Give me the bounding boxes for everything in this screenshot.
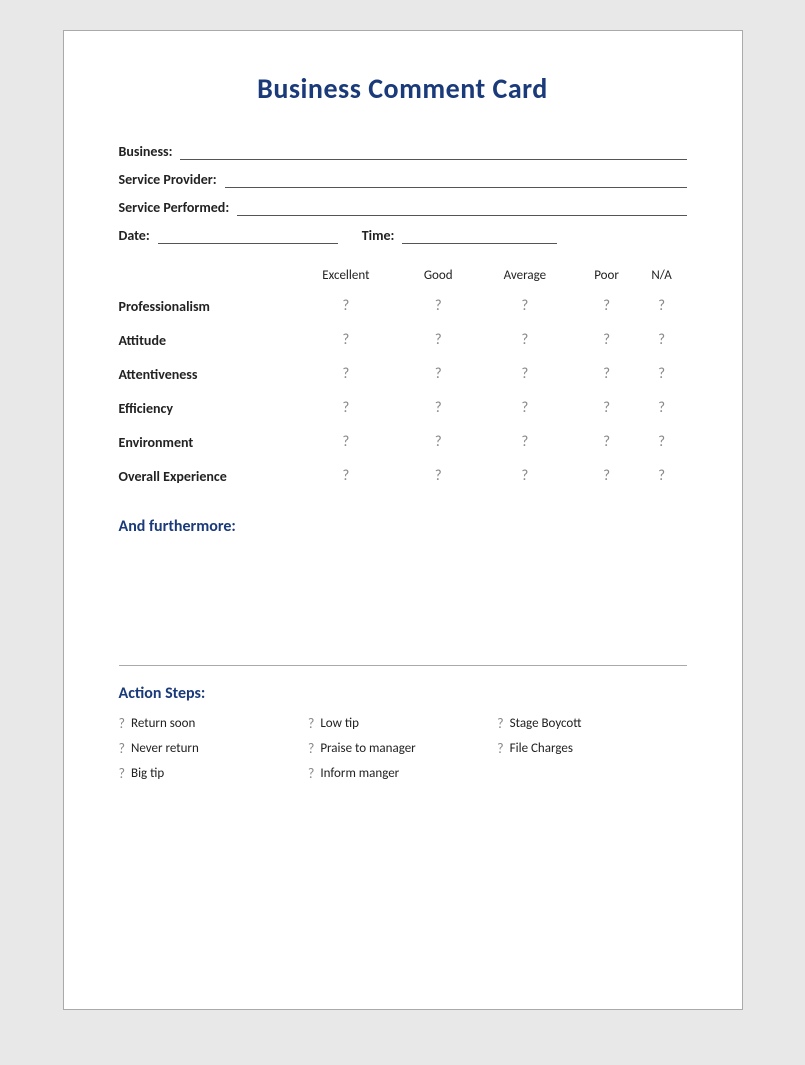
date-input-line[interactable] [158, 226, 338, 244]
radio-attentiveness-na[interactable]: ? [637, 357, 687, 391]
action-label-praise-manager: Praise to manager [320, 741, 415, 756]
row-label-overall-experience: Overall Experience [119, 459, 289, 493]
col-header-excellent: Excellent [289, 268, 404, 289]
business-input-line[interactable] [180, 142, 686, 160]
card-title: Business Comment Card [119, 71, 687, 106]
table-row: Environment ? ? ? ? ? [119, 425, 687, 459]
radio-attitude-good[interactable]: ? [403, 323, 473, 357]
radio-professionalism-na[interactable]: ? [637, 289, 687, 323]
action-label-return-soon: Return soon [131, 716, 195, 731]
col-header-average: Average [473, 268, 576, 289]
checkbox-inform-manger[interactable]: ? [308, 765, 315, 782]
table-row: Attitude ? ? ? ? ? [119, 323, 687, 357]
checkbox-stage-boycott[interactable]: ? [497, 715, 504, 732]
service-provider-input-line[interactable] [225, 170, 687, 188]
rating-section: Excellent Good Average Poor N/A Professi… [119, 268, 687, 493]
action-item-stage-boycott[interactable]: ? Stage Boycott [497, 715, 686, 732]
radio-environment-excellent[interactable]: ? [289, 425, 404, 459]
rating-table: Excellent Good Average Poor N/A Professi… [119, 268, 687, 493]
action-item-inform-manger[interactable]: ? Inform manger [308, 765, 497, 782]
action-item-low-tip[interactable]: ? Low tip [308, 715, 497, 732]
date-label: Date: [119, 227, 150, 244]
radio-efficiency-good[interactable]: ? [403, 391, 473, 425]
time-input-line[interactable] [402, 226, 557, 244]
checkbox-return-soon[interactable]: ? [119, 715, 126, 732]
furthermore-title: And furthermore: [119, 517, 687, 536]
action-label-low-tip: Low tip [320, 716, 359, 731]
service-performed-input-line[interactable] [237, 198, 686, 216]
row-label-attentiveness: Attentiveness [119, 357, 289, 391]
time-label: Time: [362, 227, 395, 244]
col-header-good: Good [403, 268, 473, 289]
radio-attentiveness-poor[interactable]: ? [577, 357, 637, 391]
business-comment-card: Business Comment Card Business: Service … [63, 30, 743, 1010]
fields-section: Business: Service Provider: Service Perf… [119, 142, 687, 244]
table-row: Attentiveness ? ? ? ? ? [119, 357, 687, 391]
radio-attitude-na[interactable]: ? [637, 323, 687, 357]
action-item-big-tip[interactable]: ? Big tip [119, 765, 308, 782]
action-item-praise-manager[interactable]: ? Praise to manager [308, 740, 497, 757]
radio-professionalism-good[interactable]: ? [403, 289, 473, 323]
radio-attentiveness-excellent[interactable]: ? [289, 357, 404, 391]
radio-efficiency-poor[interactable]: ? [577, 391, 637, 425]
service-provider-label: Service Provider: [119, 171, 217, 188]
radio-efficiency-excellent[interactable]: ? [289, 391, 404, 425]
radio-efficiency-average[interactable]: ? [473, 391, 576, 425]
business-label: Business: [119, 143, 173, 160]
radio-overall-poor[interactable]: ? [577, 459, 637, 493]
radio-overall-good[interactable]: ? [403, 459, 473, 493]
action-label-stage-boycott: Stage Boycott [510, 716, 582, 731]
radio-overall-average[interactable]: ? [473, 459, 576, 493]
row-label-professionalism: Professionalism [119, 289, 289, 323]
radio-efficiency-na[interactable]: ? [637, 391, 687, 425]
radio-environment-average[interactable]: ? [473, 425, 576, 459]
radio-professionalism-excellent[interactable]: ? [289, 289, 404, 323]
radio-professionalism-poor[interactable]: ? [577, 289, 637, 323]
table-row: Professionalism ? ? ? ? ? [119, 289, 687, 323]
checkbox-big-tip[interactable]: ? [119, 765, 126, 782]
furthermore-section: And furthermore: [119, 517, 687, 649]
action-steps-section: Action Steps: ? Return soon ? Low tip ? … [119, 684, 687, 782]
radio-environment-poor[interactable]: ? [577, 425, 637, 459]
table-row: Efficiency ? ? ? ? ? [119, 391, 687, 425]
action-label-big-tip: Big tip [131, 766, 164, 781]
radio-environment-good[interactable]: ? [403, 425, 473, 459]
action-steps-grid: ? Return soon ? Low tip ? Stage Boycott … [119, 715, 687, 782]
service-provider-field-row: Service Provider: [119, 170, 687, 188]
row-label-attitude: Attitude [119, 323, 289, 357]
service-performed-field-row: Service Performed: [119, 198, 687, 216]
radio-attitude-average[interactable]: ? [473, 323, 576, 357]
col-header-na: N/A [637, 268, 687, 289]
action-label-file-charges: File Charges [510, 741, 573, 756]
radio-overall-excellent[interactable]: ? [289, 459, 404, 493]
table-row: Overall Experience ? ? ? ? ? [119, 459, 687, 493]
col-header-poor: Poor [577, 268, 637, 289]
action-steps-title: Action Steps: [119, 684, 687, 703]
radio-overall-na[interactable]: ? [637, 459, 687, 493]
radio-attitude-poor[interactable]: ? [577, 323, 637, 357]
divider [119, 665, 687, 666]
radio-environment-na[interactable]: ? [637, 425, 687, 459]
radio-attentiveness-average[interactable]: ? [473, 357, 576, 391]
action-label-never-return: Never return [131, 741, 199, 756]
action-item-return-soon[interactable]: ? Return soon [119, 715, 308, 732]
checkbox-file-charges[interactable]: ? [497, 740, 504, 757]
radio-attitude-excellent[interactable]: ? [289, 323, 404, 357]
checkbox-praise-manager[interactable]: ? [308, 740, 315, 757]
row-label-environment: Environment [119, 425, 289, 459]
date-time-row: Date: Time: [119, 226, 687, 244]
furthermore-textarea[interactable] [119, 544, 687, 644]
action-item-never-return[interactable]: ? Never return [119, 740, 308, 757]
action-label-inform-manger: Inform manger [320, 766, 399, 781]
checkbox-never-return[interactable]: ? [119, 740, 126, 757]
checkbox-low-tip[interactable]: ? [308, 715, 315, 732]
radio-professionalism-average[interactable]: ? [473, 289, 576, 323]
service-performed-label: Service Performed: [119, 199, 230, 216]
action-item-empty [497, 765, 686, 782]
row-label-efficiency: Efficiency [119, 391, 289, 425]
business-field-row: Business: [119, 142, 687, 160]
radio-attentiveness-good[interactable]: ? [403, 357, 473, 391]
action-item-file-charges[interactable]: ? File Charges [497, 740, 686, 757]
col-header-empty [119, 268, 289, 289]
